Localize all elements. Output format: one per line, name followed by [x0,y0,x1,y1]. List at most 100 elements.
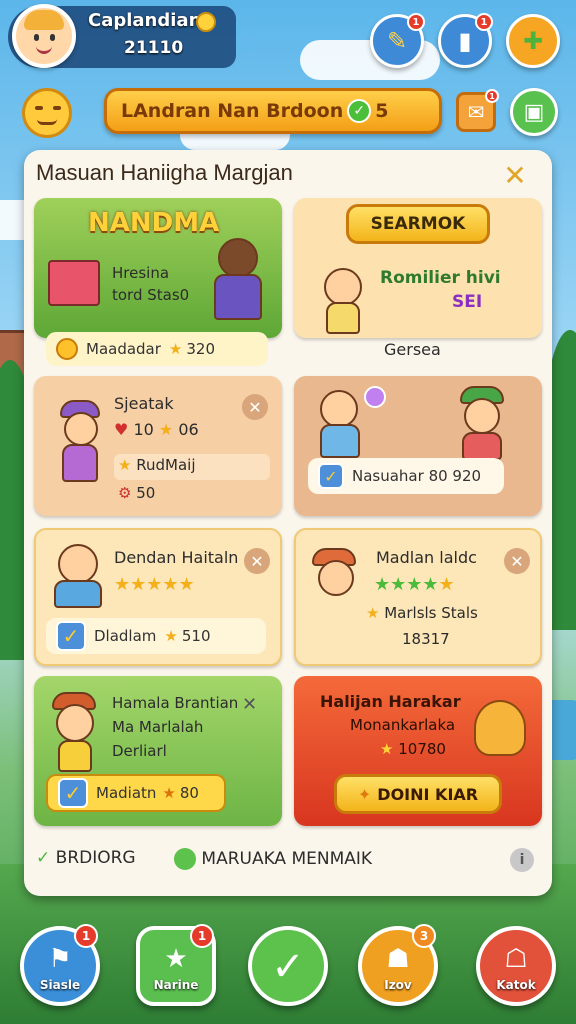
star-icon: ★ [380,740,394,758]
star-icon: ✦ [357,784,372,804]
close-icon[interactable]: ✕ [242,394,268,420]
quest-card[interactable]: Halijan Harakar Monankarlaka ★ 10780 ✦ D… [294,676,542,826]
star-icon: ★ [366,604,380,622]
star-icon: ★ [158,420,174,439]
quest-card[interactable]: Sjeatak ♥ 10 ★ 06 ★ RudMaij ⚙ 50 ✕ [34,376,282,516]
reward-pill: ✓ Nasuahar 80 920 [308,458,504,494]
nav-label: Katok [496,978,536,992]
star-icon: ★ [162,784,176,802]
mail-button[interactable]: ✉ 1 [456,89,499,132]
gear-icon: ⚙ [118,484,132,502]
sub-label: Marlsls Stals [384,604,478,622]
nav-badge: 1 [190,924,214,948]
quest-card[interactable]: Dendan Haitaln ★★★★★ ✕ ✓ Dladlam ★ 510 [34,528,282,666]
close-icon[interactable]: ✕ [244,548,270,574]
quest-card[interactable]: Madlan laldc ★★★★★ ★ Marlsls Stals 18317… [294,528,542,666]
reward-label: Madiatn [96,784,157,802]
sub-value: 50 [136,484,156,502]
star-value: 06 [178,420,199,439]
info-icon[interactable]: i [510,848,534,872]
sub-row: ★ RudMaij [118,456,195,474]
quest-card[interactable]: ✓ Nasuahar 80 920 [294,376,542,516]
nav-badge: 3 [412,924,436,948]
claim-button[interactable]: ✦ DOINI KIAR [334,774,502,814]
gift-box-icon [48,260,100,306]
banner-count: 5 [375,100,389,122]
player-level: 21110 [124,38,184,58]
puzzle-icon: ✚ [522,27,544,55]
coin-icon [56,338,78,360]
reward-value: 80 [179,784,199,802]
reward-value: 510 [181,627,211,645]
balloon-icon [364,386,386,408]
nav-button-katok[interactable]: ☖ Katok [476,926,556,1006]
banner-text: LAndran Nan Brdoon [121,100,344,122]
nav-button-narine[interactable]: ★ Narine 1 [136,924,216,1006]
card-subtitle: Monankarlaka [350,716,456,734]
nav-button-izov[interactable]: ☗ Izov 3 [358,924,438,1006]
reward-value: 320 [186,340,216,358]
nav-label: Siasle [39,978,81,992]
close-icon[interactable]: ✕ [500,159,530,192]
sub-value-row: ⚙ 50 [118,484,155,502]
checkbox-icon: ✓ [56,621,86,651]
quest-card[interactable]: SEARMOK Romilier hivi SEI [294,198,542,338]
card-subtitle: Derliarl [112,742,167,760]
bag-icon: ▣ [523,99,545,125]
card-value: 10780 [398,740,446,758]
card-title: Hamala Brantian [112,694,239,712]
scroll-icon: ✎ [386,27,408,55]
event-banner[interactable]: LAndran Nan Brdoon ✓ 5 [104,88,442,134]
card-title: Sjeatak [114,394,174,413]
footer-right[interactable]: MARUAKA MENMAIK [174,848,372,870]
card-subtitle: Ma Marlalah [112,718,204,736]
cards-badge: 1 [475,13,493,31]
check-icon: ✓ [347,99,372,123]
card-title: Dendan Haitaln [114,548,239,567]
rating-row: ♥ 10 ★ 06 [114,420,199,439]
nav-label: Izov [384,978,412,992]
emote-button[interactable] [22,88,72,138]
quest-card[interactable]: Hamala Brantian Ma Marlalah Derliarl ✕ ✓… [34,676,282,826]
cards-icon: ▮ [458,27,472,55]
coin-icon [196,12,216,32]
heart-icon: ♥ [114,420,129,439]
footer-left[interactable]: ✓ BRDIORG [36,848,136,868]
cards-button[interactable]: ▮ 1 [438,13,493,68]
claim-button-label: DOINI KIAR [377,784,479,804]
card-title: Madlan laldc [376,548,477,567]
star-rating: ★★★★★ [114,574,195,595]
card-text: Hresina [112,264,170,282]
star-icon: ★ [118,456,132,474]
card-title: NANDMA [88,208,220,238]
reward-label: Maadadar [86,340,161,358]
reward-pill[interactable]: ✓ Madiatn ★ 80 [46,774,226,812]
star-icon: ★ [164,627,178,645]
envelope-icon: ✉ [467,100,485,124]
check-icon: ✓ [36,848,51,868]
footer-left-label: BRDIORG [55,848,136,868]
checkbox-icon: ✓ [58,778,88,808]
player-avatar[interactable] [12,4,76,68]
reward-label: Dladlam [94,627,157,645]
card-banner: Romilier hivi [380,268,501,288]
puzzle-button[interactable]: ✚ [506,14,560,68]
card-text: tord Stas0 [112,286,190,304]
shop-button[interactable]: ▣ [510,88,558,136]
star-card-icon: ★ [164,944,188,974]
footer-right-label: MARUAKA MENMAIK [201,849,373,869]
search-button[interactable]: SEARMOK [346,204,490,244]
nav-button-home[interactable]: ✓ [248,926,328,1006]
player-name: Caplandian [88,10,202,31]
quest-button[interactable]: ✎ 1 [370,13,425,68]
close-icon[interactable]: ✕ [504,548,530,574]
card-caption: Gersea [384,340,441,359]
rating-value: 10 [133,420,154,439]
quest-card[interactable]: NANDMA Hresina tord Stas0 [34,198,282,338]
nav-button-stash[interactable]: ⚑ Siasle 1 [20,924,100,1006]
star-rating: ★★★★★ [374,574,455,595]
card-banner: SEI [452,292,483,312]
close-icon[interactable]: ✕ [242,694,257,715]
flag-icon: ⚑ [48,944,72,974]
sub-label: RudMaij [136,456,196,474]
